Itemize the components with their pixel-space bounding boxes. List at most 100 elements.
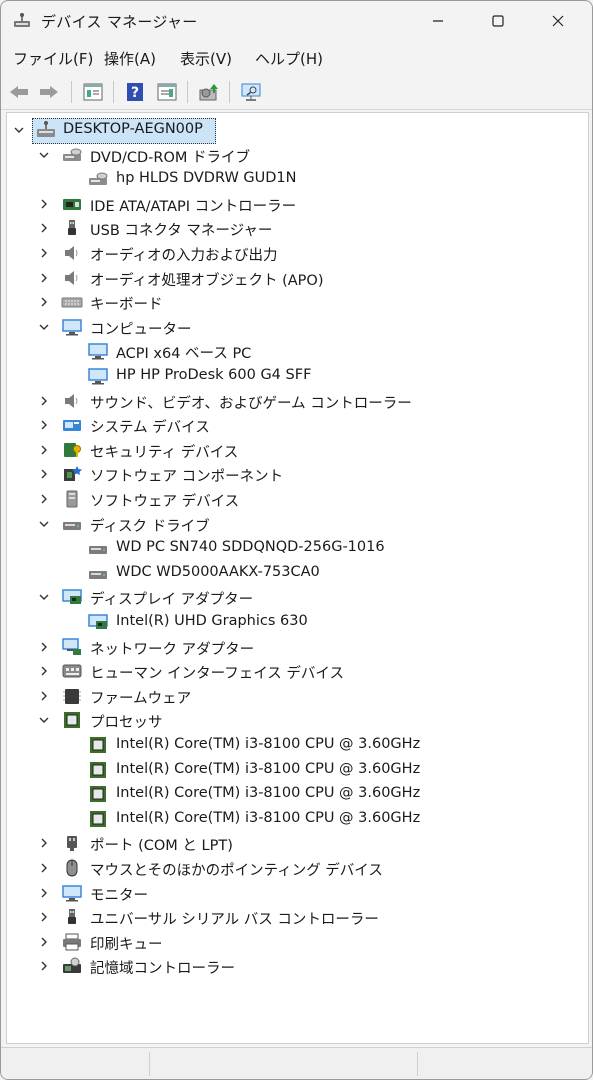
menu-action[interactable]: 操作(A): [104, 48, 156, 69]
collapse-chevron-icon[interactable]: [38, 708, 50, 732]
expand-chevron-icon[interactable]: [38, 930, 50, 954]
tree-category-label: DVD/CD-ROM ドライブ: [90, 149, 251, 166]
tree-category-21[interactable]: ユニバーサル シリアル バス コントローラー: [7, 905, 577, 929]
expand-chevron-icon[interactable]: [38, 905, 50, 929]
tree-device-6-1[interactable]: HP HP ProDesk 600 G4 SFF: [7, 364, 577, 388]
tree-category-16[interactable]: ファームウェア: [7, 684, 577, 708]
tree-category-label: マウスとそのほかのポインティング デバイス: [90, 863, 383, 879]
update-driver-icon[interactable]: [197, 81, 221, 103]
expand-chevron-icon[interactable]: [38, 438, 50, 462]
expand-chevron-icon[interactable]: [38, 881, 50, 905]
back-arrow-icon[interactable]: [7, 81, 31, 103]
collapse-chevron-icon[interactable]: [38, 585, 50, 609]
tree-device-13-0[interactable]: Intel(R) UHD Graphics 630: [7, 610, 577, 634]
expand-chevron-icon[interactable]: [38, 216, 50, 240]
expand-chevron-icon[interactable]: [38, 831, 50, 855]
software-device-icon: [61, 489, 83, 509]
tree-category-9[interactable]: セキュリティ デバイス: [7, 438, 577, 462]
toolbar-separator: [187, 81, 188, 103]
expand-chevron-icon[interactable]: [38, 659, 50, 683]
tree-device-17-3[interactable]: Intel(R) Core(TM) i3-8100 CPU @ 3.60GHz: [7, 807, 577, 831]
tree-category-label: ヒューマン インターフェイス デバイス: [90, 666, 344, 683]
tree-category-15[interactable]: ヒューマン インターフェイス デバイス: [7, 659, 577, 683]
tree-category-label: IDE ATA/ATAPI コントローラー: [90, 198, 297, 215]
tree-device-label: hp HLDS DVDRW GUD1N: [116, 170, 297, 187]
tree-category-label: 記憶域コントローラー: [90, 961, 235, 978]
expand-chevron-icon[interactable]: [38, 635, 50, 659]
collapse-chevron-icon[interactable]: [13, 118, 25, 142]
device-tree[interactable]: DESKTOP-AEGN00P DVD/CD-ROM ドライブ hp HLDS DV…: [6, 112, 589, 1044]
usb-icon: [61, 907, 83, 927]
maximize-icon: [492, 12, 504, 31]
tree-device-12-0[interactable]: WD PC SN740 SDDQNQD-256G-1016: [7, 536, 577, 560]
processor-icon: [87, 760, 109, 780]
expand-chevron-icon[interactable]: [38, 856, 50, 880]
maximize-button[interactable]: [473, 1, 523, 41]
tree-category-2[interactable]: USB コネクタ マネージャー: [7, 216, 577, 240]
collapse-chevron-icon[interactable]: [38, 512, 50, 536]
tree-root-node[interactable]: DESKTOP-AEGN00P: [7, 118, 577, 142]
root-pc-icon: [35, 120, 57, 140]
tree-category-14[interactable]: ネットワーク アダプター: [7, 635, 577, 659]
tree-device-6-0[interactable]: ACPI x64 ベース PC: [7, 339, 577, 363]
tree-device-17-1[interactable]: Intel(R) Core(TM) i3-8100 CPU @ 3.60GHz: [7, 758, 577, 782]
tree-category-label: プロセッサ: [90, 715, 163, 732]
tree-category-10[interactable]: ソフトウェア コンポーネント: [7, 462, 577, 486]
tree-category-11[interactable]: ソフトウェア デバイス: [7, 487, 577, 511]
title-bar[interactable]: デバイス マネージャー: [1, 1, 592, 41]
expand-chevron-icon[interactable]: [38, 266, 50, 290]
software-component-icon: [61, 464, 83, 484]
ide-controller-icon: [61, 194, 83, 214]
expand-chevron-icon[interactable]: [38, 241, 50, 265]
expand-chevron-icon[interactable]: [38, 413, 50, 437]
menu-help[interactable]: ヘルプ(H): [255, 48, 323, 69]
tree-device-0-0[interactable]: hp HLDS DVDRW GUD1N: [7, 167, 577, 191]
tree-category-6[interactable]: コンピューター: [7, 315, 577, 339]
tree-category-4[interactable]: オーディオ処理オブジェクト (APO): [7, 266, 577, 290]
expand-chevron-icon[interactable]: [38, 389, 50, 413]
properties-icon[interactable]: [81, 81, 105, 103]
processor-icon: [61, 710, 83, 730]
help-icon[interactable]: ?: [123, 81, 147, 103]
expand-chevron-icon[interactable]: [38, 684, 50, 708]
expand-chevron-icon[interactable]: [38, 290, 50, 314]
tree-category-22[interactable]: 印刷キュー: [7, 930, 577, 954]
close-button[interactable]: [533, 1, 583, 41]
tree-category-7[interactable]: サウンド、ビデオ、およびゲーム コントローラー: [7, 389, 577, 413]
tree-category-0[interactable]: DVD/CD-ROM ドライブ: [7, 143, 577, 167]
status-divider: [417, 1052, 418, 1076]
menu-file[interactable]: ファイル(F): [13, 48, 93, 69]
collapse-chevron-icon[interactable]: [38, 315, 50, 339]
tree-category-1[interactable]: IDE ATA/ATAPI コントローラー: [7, 192, 577, 216]
expand-chevron-icon[interactable]: [38, 487, 50, 511]
svg-text:?: ?: [131, 85, 139, 101]
expand-chevron-icon[interactable]: [38, 954, 50, 978]
tree-category-label: ディスク ドライブ: [90, 518, 210, 535]
tree-category-19[interactable]: マウスとそのほかのポインティング デバイス: [7, 856, 577, 880]
scan-hardware-icon[interactable]: [239, 81, 263, 103]
processor-icon: [87, 735, 109, 755]
tree-category-3[interactable]: オーディオの入力および出力: [7, 241, 577, 265]
tree-category-18[interactable]: ポート (COM と LPT): [7, 831, 577, 855]
tree-category-20[interactable]: モニター: [7, 881, 577, 905]
port-icon: [61, 833, 83, 853]
window-title: デバイス マネージャー: [41, 13, 198, 31]
forward-arrow-icon[interactable]: [37, 81, 61, 103]
tree-device-12-1[interactable]: WDC WD5000AAKX-753CA0: [7, 561, 577, 585]
expand-chevron-icon[interactable]: [38, 462, 50, 486]
tree-category-5[interactable]: キーボード: [7, 290, 577, 314]
menu-view[interactable]: 表示(V): [180, 48, 232, 69]
collapse-chevron-icon[interactable]: [38, 143, 50, 167]
tree-category-23[interactable]: 記憶域コントローラー: [7, 954, 577, 978]
minimize-button[interactable]: [413, 1, 463, 41]
tree-category-17[interactable]: プロセッサ: [7, 708, 577, 732]
minimize-icon: [432, 12, 444, 31]
view-icon[interactable]: [155, 81, 179, 103]
tree-category-12[interactable]: ディスク ドライブ: [7, 512, 577, 536]
tree-device-17-0[interactable]: Intel(R) Core(TM) i3-8100 CPU @ 3.60GHz: [7, 733, 577, 757]
tree-device-17-2[interactable]: Intel(R) Core(TM) i3-8100 CPU @ 3.60GHz: [7, 782, 577, 806]
tree-category-13[interactable]: ディスプレイ アダプター: [7, 585, 577, 609]
processor-icon: [87, 809, 109, 829]
expand-chevron-icon[interactable]: [38, 192, 50, 216]
tree-category-8[interactable]: システム デバイス: [7, 413, 577, 437]
